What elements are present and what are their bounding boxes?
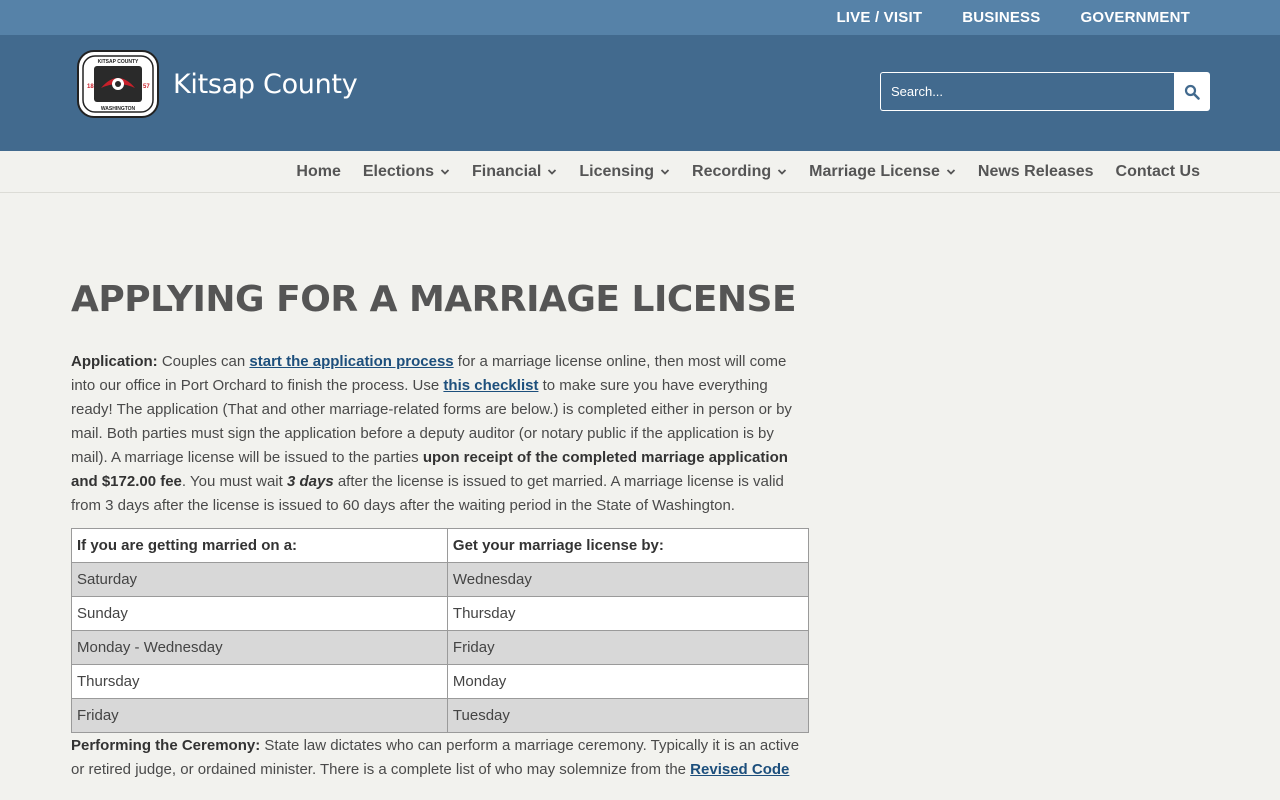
utility-bar: LIVE / VISIT BUSINESS GOVERNMENT <box>0 0 1280 35</box>
nav-item-label: Contact Us <box>1115 163 1200 180</box>
main-navigation: Home Elections Financial Licensing Recording… <box>0 151 1280 193</box>
site-header: 18 57 KITSAP COUNTY WASHINGTON Kitsap Co… <box>0 35 1280 151</box>
license-by-cell: Monday <box>446 664 810 699</box>
chevron-down-icon <box>660 169 670 175</box>
svg-text:18: 18 <box>87 84 94 90</box>
checklist-link[interactable]: this checklist <box>443 377 538 394</box>
nav-item-licensing[interactable]: Licensing <box>579 163 670 181</box>
nav-item-contact-us[interactable]: Contact Us <box>1116 163 1200 181</box>
table-header-wedding-day: If you are getting married on a: <box>71 528 448 563</box>
nav-item-home[interactable]: Home <box>296 163 340 181</box>
start-application-link[interactable]: start the application process <box>249 353 453 370</box>
wedding-day-cell: Thursday <box>71 664 448 699</box>
search-button[interactable] <box>1174 72 1210 111</box>
revised-code-link[interactable]: Revised Code <box>690 761 789 778</box>
nav-item-label: Financial <box>472 163 542 180</box>
wedding-day-cell: Friday <box>71 698 448 733</box>
waiting-period: 3 days <box>286 473 334 490</box>
nav-item-marriage-license[interactable]: Marriage License <box>809 163 956 181</box>
search-box <box>880 72 1210 111</box>
license-timing-table: If you are getting married on a: Get you… <box>71 528 810 733</box>
table-row: Sunday Thursday <box>71 596 810 631</box>
application-paragraph: Application: Couples can start the appli… <box>71 350 811 518</box>
text-run: Couples can <box>157 353 250 370</box>
application-label: Application: <box>71 353 158 370</box>
nav-item-elections[interactable]: Elections <box>363 163 450 181</box>
nav-item-label: Marriage License <box>809 163 940 180</box>
chevron-down-icon <box>548 169 557 175</box>
svg-text:57: 57 <box>143 84 150 90</box>
table-header-license-by: Get your marriage license by: <box>446 528 810 563</box>
wedding-day-cell: Monday - Wednesday <box>71 630 448 665</box>
wedding-day-cell: Saturday <box>71 562 448 597</box>
topbar-link-government[interactable]: GOVERNMENT <box>1080 9 1190 26</box>
topbar-link-live-visit[interactable]: LIVE / VISIT <box>836 9 922 26</box>
logo-bottom-text: WASHINGTON <box>101 106 136 112</box>
main-content: APPLYING FOR A MARRIAGE LICENSE Applicat… <box>71 200 811 782</box>
table-row: Monday - Wednesday Friday <box>71 630 810 665</box>
page-title: APPLYING FOR A MARRIAGE LICENSE <box>71 279 797 320</box>
chevron-down-icon <box>946 169 956 175</box>
nav-item-label: Elections <box>362 163 434 180</box>
county-seal-logo[interactable]: 18 57 KITSAP COUNTY WASHINGTON <box>77 50 159 118</box>
wedding-day-cell: Sunday <box>71 596 448 631</box>
nav-item-label: Home <box>296 163 341 180</box>
ceremony-paragraph: Performing the Ceremony: State law dicta… <box>71 734 811 782</box>
nav-item-label: News Releases <box>977 163 1094 180</box>
table-row: Saturday Wednesday <box>71 562 810 597</box>
license-by-cell: Tuesday <box>446 698 810 733</box>
site-title[interactable]: Kitsap County <box>173 69 358 100</box>
chevron-down-icon <box>440 169 450 175</box>
nav-item-label: Recording <box>692 163 772 180</box>
search-input[interactable] <box>880 72 1174 111</box>
logo-top-text: KITSAP COUNTY <box>98 59 139 65</box>
table-row: Thursday Monday <box>71 664 810 699</box>
nav-item-recording[interactable]: Recording <box>692 163 787 181</box>
license-by-cell: Friday <box>446 630 810 665</box>
nav-item-financial[interactable]: Financial <box>472 163 557 181</box>
nav-item-label: Licensing <box>579 163 655 180</box>
license-by-cell: Wednesday <box>446 562 810 597</box>
text-run: . You must wait <box>181 473 287 490</box>
table-row: Friday Tuesday <box>71 698 810 733</box>
search-icon <box>1184 84 1200 100</box>
chevron-down-icon <box>778 169 787 175</box>
topbar-link-business[interactable]: BUSINESS <box>962 9 1040 26</box>
nav-item-news-releases[interactable]: News Releases <box>978 163 1094 181</box>
ceremony-label: Performing the Ceremony: <box>71 737 261 754</box>
license-by-cell: Thursday <box>446 596 810 631</box>
